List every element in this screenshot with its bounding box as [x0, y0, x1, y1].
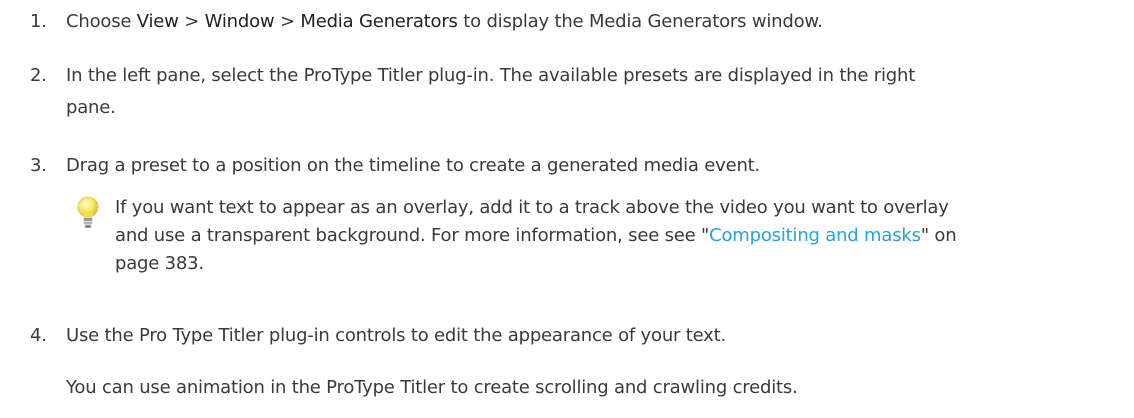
step-text-line: In the left pane, select the ProType Tit…: [66, 65, 916, 86]
menu-view: View: [136, 11, 179, 32]
tip-line: and use a transparent background. For mo…: [115, 222, 1116, 250]
step-text-before: Choose: [66, 11, 137, 32]
menu-media-generators: Media Generators: [300, 11, 458, 32]
tip-line: page 383.: [115, 253, 204, 274]
menu-window: Window: [204, 11, 275, 32]
step-number: 2.: [30, 65, 47, 86]
tip-text-after-link: " on: [920, 225, 957, 246]
step-number: 4.: [30, 325, 47, 346]
step-text-line: pane.: [66, 97, 116, 118]
step-number: 1.: [30, 11, 47, 32]
compositing-and-masks-link[interactable]: Compositing and masks: [709, 225, 921, 246]
menu-separator: >: [178, 11, 205, 32]
lightbulb-icon: [77, 196, 99, 228]
step-text-after: to display the Media Generators window.: [457, 11, 823, 32]
step-number: 3.: [30, 155, 47, 176]
help-document: 1. Choose View > Window > Media Generato…: [0, 0, 1134, 418]
step-text: Drag a preset to a position on the timel…: [66, 155, 761, 176]
tip-text-before-link: and use a transparent background. For mo…: [115, 225, 710, 246]
tip-text: If you want text to appear as an overlay…: [115, 194, 1116, 278]
menu-separator: >: [274, 11, 301, 32]
tip-line: If you want text to appear as an overlay…: [115, 197, 949, 218]
step-4-note: You can use animation in the ProType Tit…: [66, 377, 798, 398]
step-text: Choose View > Window > Media Generators …: [66, 6, 1110, 38]
step-text: In the left pane, select the ProType Tit…: [66, 60, 1110, 124]
step-text: Use the Pro Type Titler plug-in controls…: [66, 325, 726, 346]
